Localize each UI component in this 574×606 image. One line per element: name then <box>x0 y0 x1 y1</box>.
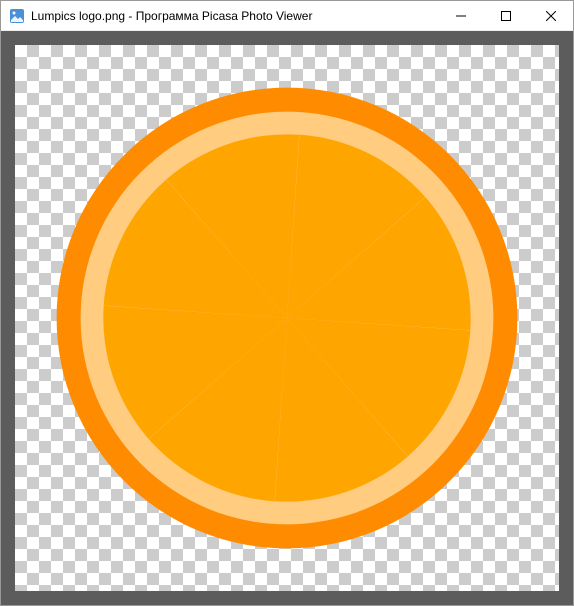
close-button[interactable] <box>528 1 573 30</box>
window-title: Lumpics logo.png - Программа Picasa Phot… <box>31 9 438 23</box>
app-window: Lumpics logo.png - Программа Picasa Phot… <box>0 0 574 606</box>
transparency-canvas <box>15 45 559 591</box>
lumpics-logo-image <box>47 78 527 558</box>
viewer-content <box>1 31 573 605</box>
titlebar: Lumpics logo.png - Программа Picasa Phot… <box>1 1 573 31</box>
app-icon <box>9 8 25 24</box>
maximize-button[interactable] <box>483 1 528 30</box>
maximize-icon <box>501 11 511 21</box>
close-icon <box>546 11 556 21</box>
minimize-button[interactable] <box>438 1 483 30</box>
minimize-icon <box>456 11 466 21</box>
window-controls <box>438 1 573 30</box>
